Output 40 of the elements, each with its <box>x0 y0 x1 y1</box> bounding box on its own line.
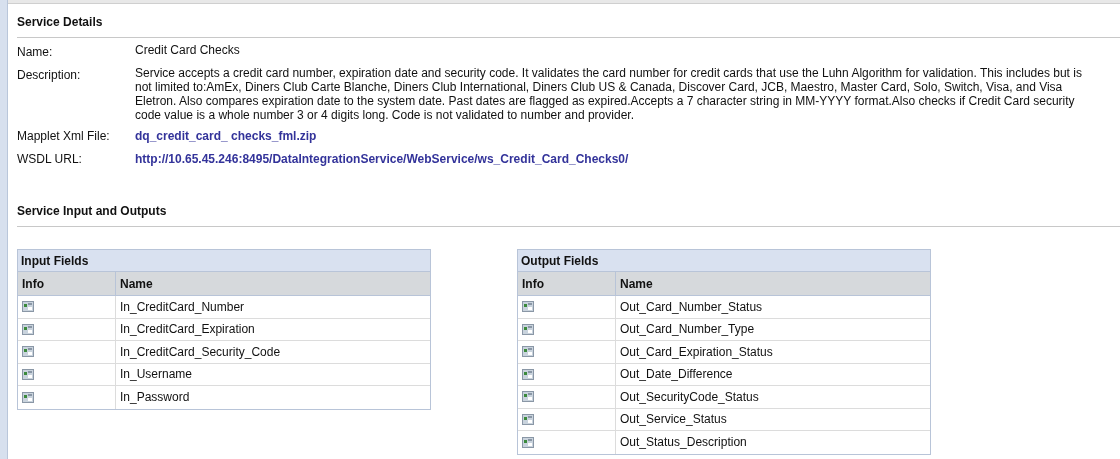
field-info-icon[interactable] <box>22 368 34 380</box>
field-label: WSDL URL: <box>17 151 83 168</box>
column-header: Name <box>619 275 654 293</box>
table-cell-text: In_Username <box>119 366 194 384</box>
table-title: Output Fields <box>518 250 930 272</box>
field-info-icon[interactable] <box>522 436 534 448</box>
section-title: Service Input and Outputs <box>17 202 1120 227</box>
field-info-icon[interactable] <box>522 346 534 358</box>
field-value: Credit Card Checks <box>135 43 241 59</box>
field-info-icon[interactable] <box>522 413 534 425</box>
table-cell-text: Out_Card_Number_Type <box>619 321 756 339</box>
field-info-icon[interactable] <box>22 301 34 313</box>
table-cell-text: Out_SecurityCode_Status <box>619 388 760 406</box>
table-cell-text: Out_Service_Status <box>619 411 728 429</box>
table-cell-text: Out_Card_Number_Status <box>619 298 764 316</box>
table-title: Input Fields <box>18 250 430 272</box>
field-label: Mapplet Xml File: <box>17 128 111 145</box>
table-cell-text: In_CreditCard_Expiration <box>119 321 256 339</box>
column-header: Name <box>119 275 154 293</box>
file-link[interactable]: http://10.65.45.246:8495/DataIntegrationService/WebService/ws_Credit_Card_Checks0/ <box>135 150 629 168</box>
column-header: Info <box>518 272 616 295</box>
field-info-icon[interactable] <box>522 301 534 313</box>
field-info-icon[interactable] <box>22 346 34 358</box>
file-link[interactable]: dq_credit_card_ checks_fml.zip <box>135 127 317 145</box>
field-value: Service accepts a credit card number, expiration date and security code. It validates the card number for credit cards that use the Luhn Algorithm for validation. This includes but is not limited to:AmEx, Diners Club Carte Blanche, Diners Club International, Diners Club US & Canada, Discover Card, JCB, Maestro, Master Card, Solo, Switch, Visa, and Visa Eletron. Also compares expiration date to the system date. Past dates are flagged as expired.Accepts a 7 character string in MM-YYYY format.Also checks if Credit Card security code value is a whole number 3 or 4 digits long. Code is not validated to number and provider. <box>135 66 1083 122</box>
table-cell-text: In_CreditCard_Security_Code <box>119 343 282 361</box>
field-label: Description: <box>17 67 82 84</box>
field-info-icon[interactable] <box>22 323 34 335</box>
field-info-icon[interactable] <box>522 391 534 403</box>
section-title: Service Details <box>17 13 1120 38</box>
field-info-icon[interactable] <box>22 391 34 403</box>
table-cell-text: In_Password <box>119 389 191 407</box>
column-header: Info <box>18 272 116 295</box>
table-cell-text: Out_Card_Expiration_Status <box>619 343 774 361</box>
table-cell-text: Out_Date_Difference <box>619 366 734 384</box>
field-info-icon[interactable] <box>522 323 534 335</box>
field-label: Name: <box>17 44 54 61</box>
table-cell-text: In_CreditCard_Number <box>119 298 246 316</box>
field-info-icon[interactable] <box>522 368 534 380</box>
table-cell-text: Out_Status_Description <box>619 434 748 452</box>
